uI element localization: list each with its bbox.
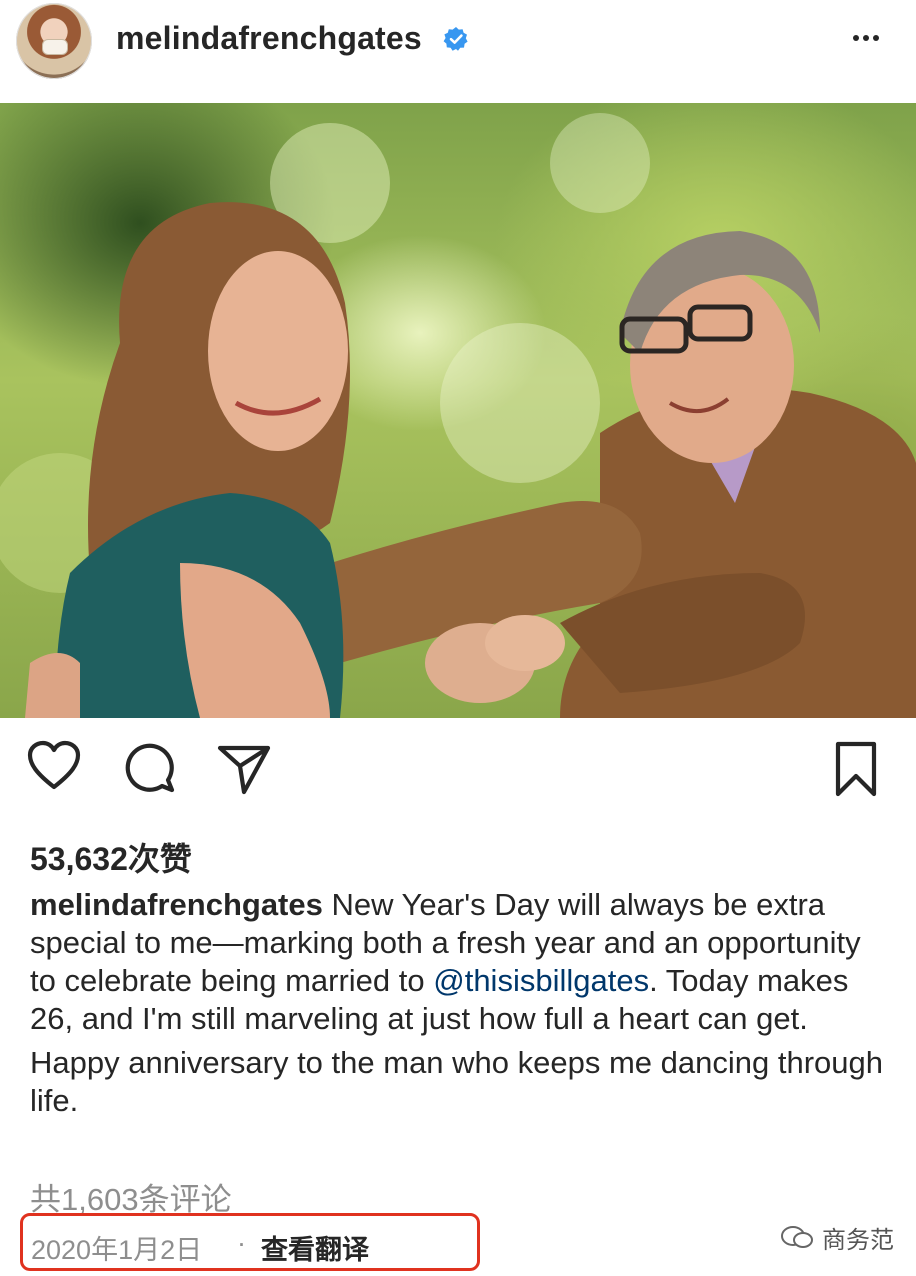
caption-paragraph-2: Happy anniversary to the man who keeps m…: [30, 1045, 883, 1118]
caption-mention[interactable]: @thisisbillgates: [433, 963, 649, 998]
post-image[interactable]: [0, 103, 916, 718]
post-header: melindafrenchgates: [0, 0, 916, 100]
post-username[interactable]: melindafrenchgates: [116, 20, 422, 57]
date-separator: ·: [237, 1228, 246, 1258]
date-highlight-box: 2020年1月2日 · 查看翻译: [20, 1213, 480, 1271]
watermark: 商务范: [780, 1220, 894, 1254]
bookmark-icon[interactable]: [832, 740, 880, 798]
heart-icon[interactable]: [26, 740, 82, 792]
photo-illustration: [0, 113, 916, 718]
likes-count[interactable]: 53,632次赞: [30, 834, 192, 880]
caption-username[interactable]: melindafrenchgates: [30, 887, 323, 922]
comment-icon[interactable]: [122, 740, 178, 796]
wechat-icon: [781, 1226, 813, 1248]
more-horizontal-icon[interactable]: [846, 18, 886, 58]
watermark-text: 商务范: [822, 1226, 894, 1254]
share-icon[interactable]: [216, 740, 272, 796]
see-translation-link[interactable]: 查看翻译: [261, 1228, 369, 1267]
avatar-mask: [42, 39, 68, 55]
verified-badge-icon: [443, 27, 468, 51]
action-bar: [0, 740, 916, 812]
post-date: 2020年1月2日: [31, 1235, 203, 1265]
post-caption: melindafrenchgates New Year's Day will a…: [30, 886, 890, 1120]
avatar[interactable]: [16, 3, 92, 79]
